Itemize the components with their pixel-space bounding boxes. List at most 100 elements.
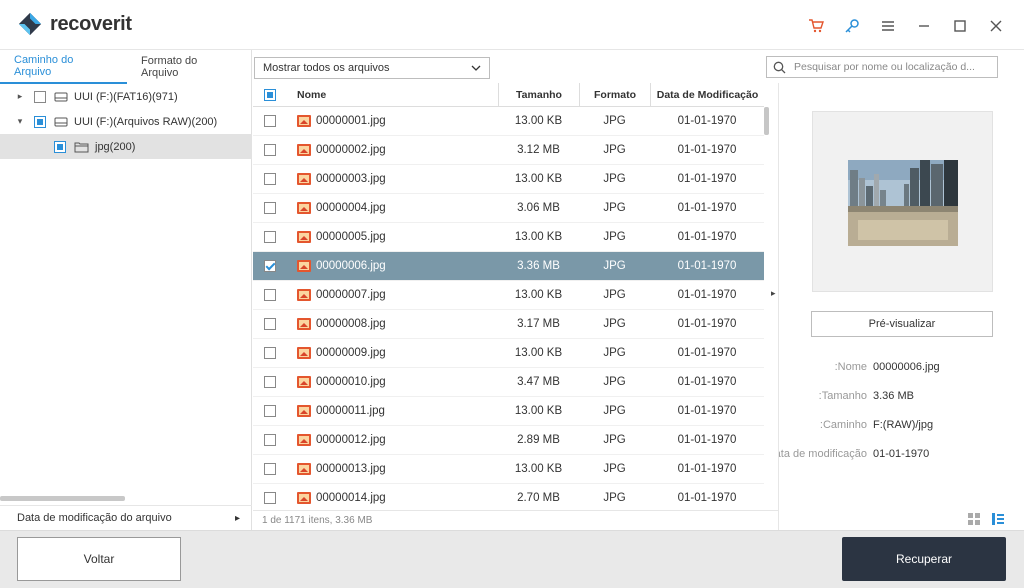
file-name: 00000003.jpg <box>316 173 386 185</box>
row-checkbox[interactable] <box>264 289 276 301</box>
meta-value: F:(RAW)/jpg <box>873 419 934 431</box>
minimize-icon[interactable] <box>906 14 942 38</box>
file-row[interactable]: 00000009.jpg 13.00 KB JPG 01-01-1970 <box>253 339 764 368</box>
tree-item-fat16[interactable]: ▸ UUI (F:)(FAT16)(971) <box>0 84 252 109</box>
file-row[interactable]: 00000014.jpg 2.70 MB JPG 01-01-1970 <box>253 484 764 509</box>
file-size: 2.89 MB <box>517 434 560 446</box>
file-size: 13.00 KB <box>514 405 563 417</box>
file-row[interactable]: 00000007.jpg 13.00 KB JPG 01-01-1970 <box>253 281 764 310</box>
date-filter-row[interactable]: Data de modificação do arquivo ▸ <box>0 505 252 530</box>
row-checkbox[interactable] <box>264 463 276 475</box>
file-date: 01-01-1970 <box>677 376 737 388</box>
file-row[interactable]: 00000008.jpg 3.17 MB JPG 01-01-1970 <box>253 310 764 339</box>
search-input[interactable]: Pesquisar por nome ou localização d... <box>766 56 998 78</box>
file-date: 01-01-1970 <box>677 202 737 214</box>
row-checkbox[interactable] <box>264 144 276 156</box>
file-row[interactable]: 00000002.jpg 3.12 MB JPG 01-01-1970 <box>253 136 764 165</box>
jpg-file-icon <box>297 434 311 446</box>
row-checkbox[interactable] <box>264 318 276 330</box>
file-format: JPG <box>603 405 626 417</box>
recover-button[interactable]: Recuperar <box>842 537 1006 581</box>
back-button[interactable]: Voltar <box>17 537 181 581</box>
row-checkbox[interactable] <box>264 260 276 272</box>
folder-tree: ▸ UUI (F:)(FAT16)(971) ▾ UUI (F:)(Arquiv… <box>0 84 252 159</box>
preview-button[interactable]: Pré-visualizar <box>811 311 993 337</box>
preview-thumbnail <box>848 160 958 246</box>
file-format: JPG <box>603 260 626 272</box>
cart-icon[interactable] <box>798 14 834 38</box>
row-checkbox[interactable] <box>264 231 276 243</box>
row-checkbox[interactable] <box>264 115 276 127</box>
file-size: 13.00 KB <box>514 347 563 359</box>
file-format: JPG <box>603 318 626 330</box>
grid-view-icon[interactable] <box>968 513 980 525</box>
maximize-icon[interactable] <box>942 14 978 38</box>
tree-checkbox[interactable] <box>34 90 46 103</box>
row-checkbox[interactable] <box>264 347 276 359</box>
file-size: 3.36 MB <box>517 260 560 272</box>
file-format: JPG <box>603 115 626 127</box>
menu-icon[interactable] <box>870 14 906 38</box>
jpg-file-icon <box>297 202 311 214</box>
horizontal-scrollbar[interactable] <box>0 496 125 501</box>
chevron-down-icon[interactable]: ▾ <box>14 116 26 127</box>
file-format: JPG <box>603 463 626 475</box>
file-filter-select[interactable]: Mostrar todos os arquivos <box>254 57 490 79</box>
file-name: 00000001.jpg <box>316 115 386 127</box>
status-bar: 1 de 1171 itens, 3.36 MB <box>253 510 778 530</box>
tree-item-label: jpg(200) <box>95 140 136 153</box>
file-size: 13.00 KB <box>514 231 563 243</box>
file-format: JPG <box>603 376 626 388</box>
file-row[interactable]: 00000004.jpg 3.06 MB JPG 01-01-1970 <box>253 194 764 223</box>
search-icon <box>773 61 786 73</box>
row-checkbox[interactable] <box>264 202 276 214</box>
file-row[interactable]: 00000003.jpg 13.00 KB JPG 01-01-1970 <box>253 165 764 194</box>
meta-key: Tamanho: <box>818 390 867 402</box>
tree-checkbox[interactable] <box>34 115 46 128</box>
file-format: JPG <box>603 231 626 243</box>
row-checkbox[interactable] <box>264 492 276 504</box>
file-row[interactable]: 00000013.jpg 13.00 KB JPG 01-01-1970 <box>253 455 764 484</box>
file-size: 3.12 MB <box>517 144 560 156</box>
list-view-icon[interactable] <box>992 513 1004 525</box>
file-size: 13.00 KB <box>514 115 563 127</box>
row-checkbox[interactable] <box>264 405 276 417</box>
file-name: 00000004.jpg <box>316 202 386 214</box>
chevron-right-icon[interactable]: ▸ <box>771 288 776 299</box>
row-checkbox[interactable] <box>264 434 276 446</box>
file-row[interactable]: 00000001.jpg 13.00 KB JPG 01-01-1970 <box>253 107 764 136</box>
tree-item-raw[interactable]: ▾ UUI (F:)(Arquivos RAW)(200) <box>0 109 252 134</box>
file-name: 00000014.jpg <box>316 492 386 504</box>
file-row[interactable]: 00000012.jpg 2.89 MB JPG 01-01-1970 <box>253 426 764 455</box>
header-name[interactable]: Nome <box>293 89 498 101</box>
meta-key: Caminho: <box>819 419 867 431</box>
tab-file-path[interactable]: Caminho do Arquivo <box>0 50 128 84</box>
file-format: JPG <box>603 492 626 504</box>
row-checkbox[interactable] <box>264 376 276 388</box>
meta-date: Data de modificação: 01-01-1970 <box>779 448 1024 460</box>
file-row[interactable]: 00000011.jpg 13.00 KB JPG 01-01-1970 <box>253 397 764 426</box>
close-icon[interactable] <box>978 14 1014 38</box>
status-text: 1 de 1171 itens, 3.36 MB <box>262 515 373 526</box>
tree-checkbox[interactable] <box>54 140 66 153</box>
file-name: 00000002.jpg <box>316 144 386 156</box>
file-name: 00000010.jpg <box>316 376 386 388</box>
select-all-checkbox[interactable] <box>264 88 276 101</box>
chevron-right-icon: ▸ <box>234 512 240 524</box>
file-date: 01-01-1970 <box>677 144 737 156</box>
tree-item-jpg[interactable]: jpg(200) <box>0 134 252 159</box>
key-icon[interactable] <box>834 14 870 38</box>
header-date[interactable]: Data de Modificação <box>650 83 764 106</box>
folder-icon <box>74 142 89 152</box>
file-row[interactable]: 00000006.jpg 3.36 MB JPG 01-01-1970 <box>253 252 764 281</box>
scrollbar-thumb[interactable] <box>764 107 769 135</box>
row-checkbox[interactable] <box>264 173 276 185</box>
file-row[interactable]: 00000010.jpg 3.47 MB JPG 01-01-1970 <box>253 368 764 397</box>
file-row[interactable]: 00000005.jpg 13.00 KB JPG 01-01-1970 <box>253 223 764 252</box>
jpg-file-icon <box>297 231 311 243</box>
header-format[interactable]: Formato <box>579 83 650 106</box>
header-size[interactable]: Tamanho <box>498 83 579 106</box>
jpg-file-icon <box>297 376 311 388</box>
tab-file-format[interactable]: Formato do Arquivo <box>127 50 251 84</box>
chevron-right-icon[interactable]: ▸ <box>14 91 26 102</box>
